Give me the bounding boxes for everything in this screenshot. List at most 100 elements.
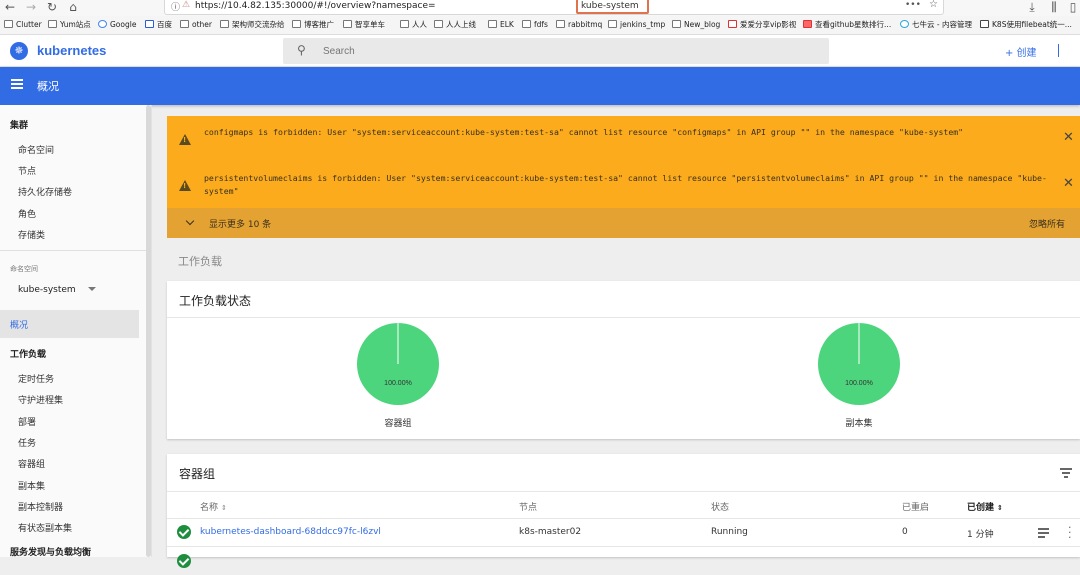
bookmark-item[interactable]: 智享单车 — [343, 19, 385, 31]
folder-icon — [488, 20, 497, 28]
forward-icon[interactable]: → — [24, 0, 38, 14]
sidebar-item-overview[interactable]: 概况 — [10, 318, 28, 331]
ignore-all-button[interactable]: 忽略所有 — [1029, 217, 1065, 230]
more-vert-icon[interactable]: · · · — [1068, 522, 1072, 543]
card-divider — [167, 491, 1080, 492]
bookmark-item[interactable]: 架构师交流杂给 — [220, 19, 285, 31]
sidebar-item-jobs[interactable]: 任务 — [18, 436, 36, 449]
namespace-select[interactable]: kube-system — [18, 285, 76, 295]
brand-name[interactable]: kubernetes — [37, 43, 106, 58]
sidebar-item-statefulsets[interactable]: 有状态副本集 — [18, 521, 72, 534]
sort-icon[interactable]: ⇕ — [997, 504, 1003, 512]
sidebar-heading-cluster[interactable]: 集群 — [10, 118, 28, 131]
bookmark-item[interactable]: ELK — [488, 19, 514, 31]
google-icon — [98, 20, 107, 28]
replicasets-status-pie[interactable]: 100.00% — [817, 322, 901, 406]
logs-icon[interactable] — [1038, 528, 1049, 538]
chevron-down-icon[interactable] — [185, 216, 195, 226]
bookmark-item[interactable]: jenkins_tmp — [608, 19, 665, 31]
bookmark-star-icon[interactable]: ☆ — [929, 0, 938, 10]
back-icon[interactable]: ← — [3, 0, 17, 14]
check-circle-icon — [177, 554, 191, 568]
page-actions-icon[interactable]: ••• — [905, 0, 921, 10]
url-bar[interactable]: ⓘ ⚠ https://10.4.82.135:30000/#!/overvie… — [164, 0, 944, 15]
site-icon — [803, 20, 812, 28]
sidebar-heading-workloads[interactable]: 工作负载 — [10, 347, 46, 360]
sidebar-item-pods[interactable]: 容器组 — [18, 457, 45, 470]
column-header-created[interactable]: 已创建 ⇕ — [967, 500, 1003, 513]
sidebar-item-replication-controllers[interactable]: 副本控制器 — [18, 500, 63, 513]
bookmark-item[interactable]: New_blog — [672, 19, 720, 31]
download-icon[interactable]: ⤓ — [1025, 0, 1039, 14]
bookmark-item[interactable]: Yum站点 — [48, 19, 91, 31]
folder-icon — [400, 20, 409, 28]
lock-warning-icon[interactable]: ⚠ — [182, 0, 190, 10]
folder-icon — [522, 20, 531, 28]
close-icon[interactable]: ✕ — [1063, 130, 1074, 145]
sidebar-scrollbar[interactable] — [146, 105, 151, 557]
page-title: 概况 — [37, 80, 59, 93]
bookmark-item[interactable]: 百度 — [145, 19, 172, 31]
bookmark-item[interactable]: 博客推广 — [292, 19, 334, 31]
alert-message: persistentvolumeclaims is forbidden: Use… — [204, 173, 1047, 196]
url-text: https://10.4.82.135:30000/#!/overview?na… — [195, 1, 436, 11]
sort-icon[interactable]: ⇕ — [221, 504, 227, 512]
show-more-bar[interactable]: 显示更多 10 条 忽略所有 — [167, 208, 1080, 238]
url-namespace-highlight: kube-system — [576, 0, 649, 14]
bookmark-item[interactable]: 查看github星数排行... — [803, 19, 891, 31]
sidebar-item-cronjobs[interactable]: 定时任务 — [18, 372, 54, 385]
sidebar-item-daemonsets[interactable]: 守护进程集 — [18, 393, 63, 406]
reload-icon[interactable]: ↻ — [45, 0, 59, 14]
bookmark-item[interactable]: 爱爱分享vip影视 — [728, 19, 796, 31]
create-button[interactable]: + 创建 — [1005, 44, 1037, 59]
bookmark-item[interactable]: 人人上线 — [434, 19, 476, 31]
column-header-status: 状态 — [711, 503, 730, 513]
warning-icon — [179, 134, 191, 145]
column-header-name[interactable]: 名称 ⇕ — [200, 500, 227, 513]
bookmark-item[interactable]: other — [180, 19, 212, 31]
table-row[interactable]: kubernetes-dashboard-68ddcc97fc-l6zvl k8… — [167, 518, 1080, 546]
sidebar-divider — [0, 250, 146, 251]
site-icon — [728, 20, 737, 28]
pod-created: 1 分钟 — [967, 530, 994, 540]
sidebar-item-persistent-volumes[interactable]: 持久化存储卷 — [18, 185, 72, 198]
sidebar-item-storage-classes[interactable]: 存储类 — [18, 228, 45, 241]
site-icon — [980, 20, 989, 28]
search-input[interactable] — [323, 42, 803, 60]
table-row[interactable] — [167, 547, 1080, 575]
kubernetes-logo-icon[interactable]: ✵ — [10, 42, 28, 60]
bookmark-item[interactable]: 人人 — [400, 19, 427, 31]
card-title: 容器组 — [179, 467, 216, 481]
bookmark-item[interactable]: 七牛云 - 内容管理 — [900, 19, 972, 31]
pod-status: Running — [711, 527, 748, 537]
info-icon[interactable]: ⓘ — [171, 0, 180, 13]
bookmark-item[interactable]: Google — [98, 19, 136, 31]
home-icon[interactable]: ⌂ — [66, 0, 80, 14]
sidebar-item-nodes[interactable]: 节点 — [18, 164, 36, 177]
folder-icon — [672, 20, 681, 28]
close-icon[interactable]: ✕ — [1063, 176, 1074, 191]
filter-icon[interactable] — [1060, 468, 1072, 478]
show-more-button[interactable]: 显示更多 10 条 — [209, 217, 271, 230]
sidebar-item-roles[interactable]: 角色 — [18, 207, 36, 220]
sidebar-item-replicasets[interactable]: 副本集 — [18, 479, 45, 492]
pods-status-pie[interactable]: 100.00% — [356, 322, 440, 406]
pod-name-link[interactable]: kubernetes-dashboard-68ddcc97fc-l6zvl — [200, 527, 381, 537]
sidebar-heading-discovery[interactable]: 服务发现与负载均衡 — [10, 545, 91, 558]
search-box[interactable]: ⚲ — [283, 38, 829, 64]
sidebar-toggle-icon[interactable]: ▯ — [1066, 0, 1080, 14]
bookmark-item[interactable]: K8S使用filebeat统一... — [980, 19, 1072, 31]
bookmark-item[interactable]: Clutter — [4, 19, 42, 31]
sidebar-item-deployments[interactable]: 部署 — [18, 415, 36, 428]
workload-status-card: 工作负载状态 100.00% 容器组 100.00% 副本集 — [167, 281, 1080, 439]
sidebar-item-namespaces[interactable]: 命名空间 — [18, 143, 54, 156]
library-icon[interactable]: ⫼ — [1047, 0, 1061, 14]
pie-percent-label: 100.00% — [845, 380, 873, 387]
bookmark-item[interactable]: fdfs — [522, 19, 548, 31]
card-divider — [167, 317, 1080, 318]
chevron-down-icon[interactable] — [88, 287, 96, 291]
bookmark-item[interactable]: rabbitmq — [556, 19, 602, 31]
pie-caption: 容器组 — [384, 419, 412, 429]
hamburger-menu-icon[interactable] — [11, 79, 23, 89]
pie-caption: 副本集 — [845, 419, 873, 429]
